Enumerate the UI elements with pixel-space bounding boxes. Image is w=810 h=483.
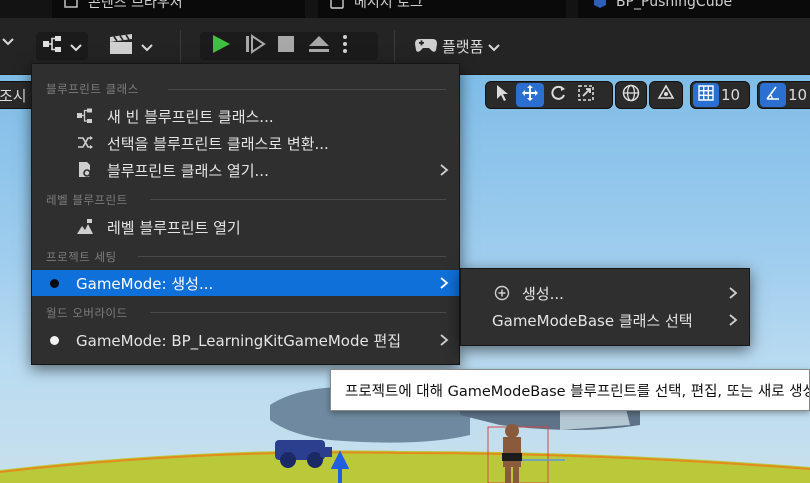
rotation-snap-value: 10 [788, 86, 808, 104]
gamepad-icon [414, 34, 438, 58]
section-title-blueprint-class: 블루프린트 클래스 [46, 82, 139, 96]
menu-item-label: GameModeBase 클래스 선택 [492, 311, 693, 330]
select-tool-button[interactable] [488, 83, 516, 107]
menu-item-gamemode-edit[interactable]: GameMode: BP_LearningKitGameMode 편집 [32, 327, 459, 353]
chevron-right-icon [728, 286, 738, 300]
level-blueprint-icon [76, 218, 94, 236]
mode-dropdown-chevron[interactable] [2, 38, 14, 46]
chevron-down-icon [70, 37, 82, 56]
section-title-project-settings: 프로젝트 세팅 [46, 250, 117, 264]
tab-bp-pushingcube[interactable]: BP_PushingCube [578, 0, 810, 18]
platforms-dropdown-button[interactable]: 플랫폼 [414, 34, 501, 58]
cinematics-dropdown-button[interactable] [108, 32, 153, 60]
add-circle-icon [494, 285, 510, 305]
gamemode-submenu: 생성... GameModeBase 클래스 선택 [460, 268, 750, 346]
chevron-down-icon [488, 37, 501, 56]
submenu-item-create[interactable]: 생성... [461, 280, 749, 306]
platforms-label: 플랫폼 [442, 37, 484, 56]
tab-label: 콘텐츠 브라우저 [88, 0, 183, 11]
menu-item-gamemode-create[interactable]: GameMode: 생성... [32, 270, 459, 296]
section-title-world-override: 월드 오버라이드 [46, 306, 128, 320]
menu-item-label: 선택을 블루프린트 클래스로 변환... [107, 134, 329, 153]
grid-snap-control[interactable]: 10 [690, 81, 750, 109]
cursor-icon [495, 84, 509, 106]
advance-frame-icon[interactable] [244, 33, 266, 59]
message-log-icon [330, 0, 344, 9]
clapperboard-icon [108, 33, 134, 59]
grid-icon [698, 85, 714, 105]
menu-item-open-level-blueprint[interactable]: 레벨 블루프린트 열기 [32, 214, 459, 240]
document-tab-strip: 콘텐츠 브라우저 메시지 로그 BP_PushingCube [0, 0, 810, 18]
more-options-icon[interactable] [342, 33, 348, 59]
menu-item-label: 블루프린트 클래스 열기... [107, 161, 269, 180]
chevron-right-icon [439, 276, 449, 290]
menu-item-label: GameMode: 생성... [76, 274, 214, 293]
convert-arrows-icon [76, 134, 94, 152]
rotation-snap-control[interactable]: 10 [757, 81, 810, 109]
rotation-snap-toggle[interactable] [760, 83, 786, 107]
section-divider [150, 312, 446, 313]
scale-icon [577, 84, 595, 106]
blueprint-graph-icon [41, 34, 65, 58]
play-controls-group [200, 32, 378, 60]
blueprint-icon [592, 0, 606, 9]
menu-item-new-blueprint-class[interactable]: 새 빈 블루프린트 클래스... [32, 103, 459, 129]
toolbar-separator [394, 30, 395, 64]
rotate-tool-button[interactable] [544, 83, 572, 107]
menu-item-label: 레벨 블루프린트 열기 [107, 218, 241, 237]
menu-item-label: 새 빈 블루프린트 클래스... [107, 107, 274, 126]
grid-snap-toggle[interactable] [693, 83, 719, 107]
surface-snap-icon [656, 83, 676, 107]
blueprint-dropdown-menu: 블루프린트 클래스 새 빈 블루프린트 클래스... 선택을 블루프린트 클래스… [31, 63, 460, 365]
chevron-down-icon [141, 37, 153, 56]
grid-snap-value: 10 [721, 86, 741, 104]
section-divider [168, 89, 446, 90]
transform-tools [485, 81, 613, 109]
menu-item-open-blueprint-class[interactable]: 블루프린트 클래스 열기... [32, 157, 459, 183]
globe-icon [622, 84, 640, 106]
menu-item-convert-selection[interactable]: 선택을 블루프린트 클래스로 변환... [32, 130, 459, 156]
chevron-right-icon [439, 333, 449, 347]
chevron-right-icon [439, 163, 449, 177]
submenu-item-select-base-class[interactable]: GameModeBase 클래스 선택 [461, 307, 749, 333]
play-icon[interactable] [210, 33, 232, 59]
coordinate-space-button[interactable] [615, 81, 647, 109]
toolbar-separator [180, 30, 181, 64]
tab-content-browser[interactable]: 콘텐츠 브라우저 [52, 0, 305, 18]
bullet-icon [50, 336, 59, 345]
tab-message-log[interactable]: 메시지 로그 [318, 0, 566, 18]
move-tool-button[interactable] [516, 83, 544, 107]
angle-icon [765, 85, 781, 105]
move-arrows-icon [521, 84, 539, 106]
scale-tool-button[interactable] [572, 83, 600, 107]
bullet-icon [50, 279, 59, 288]
menu-item-label: GameMode: BP_LearningKitGameMode 편집 [76, 331, 402, 350]
tooltip: 프로젝트에 대해 GameModeBase 블루프린트를 선택, 편집, 또는 … [330, 369, 810, 411]
open-blueprint-icon [76, 161, 94, 179]
surface-snapping-button[interactable] [649, 81, 683, 109]
section-divider [150, 199, 446, 200]
tab-label: 메시지 로그 [354, 0, 423, 11]
section-divider [138, 256, 446, 257]
blueprint-dropdown-button[interactable] [36, 32, 88, 60]
folder-icon [64, 0, 78, 9]
section-title-level-blueprint: 레벨 블루프린트 [46, 193, 128, 207]
eject-icon[interactable] [308, 34, 330, 58]
menu-item-label: 생성... [522, 284, 564, 303]
blueprint-graph-icon [76, 107, 94, 125]
view-mode-label: 조시 [0, 86, 27, 105]
stop-icon[interactable] [276, 34, 296, 58]
tooltip-text: 프로젝트에 대해 GameModeBase 블루프린트를 선택, 편집, 또는 … [345, 383, 810, 400]
chevron-right-icon [728, 313, 738, 327]
rotate-icon [549, 84, 567, 106]
tab-label: BP_PushingCube [616, 0, 733, 10]
